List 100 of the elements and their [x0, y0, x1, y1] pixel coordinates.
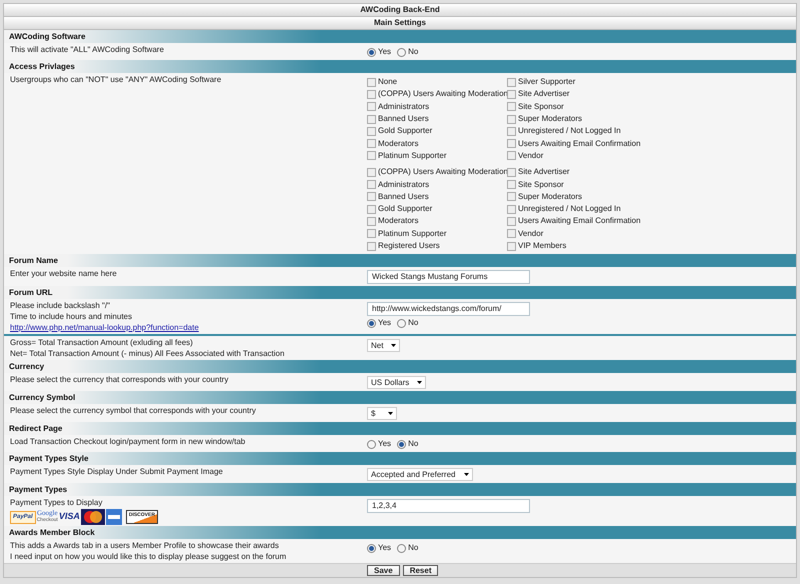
- radio-button[interactable]: [397, 544, 406, 553]
- checkbox[interactable]: [367, 126, 376, 136]
- checkbox-label: Banned Users: [378, 190, 429, 203]
- checkbox-label: Site Sponsor: [518, 178, 564, 191]
- documentation-link[interactable]: http://www.php.net/manual-lookup.php?function=date: [10, 322, 367, 334]
- checkbox-label: Gold Supporter: [378, 125, 432, 138]
- checkbox[interactable]: [367, 139, 376, 148]
- checkbox[interactable]: [507, 242, 516, 250]
- radio-label: Yes: [378, 542, 392, 554]
- checkbox[interactable]: [367, 180, 376, 190]
- dropdown-arrow-icon: [417, 381, 422, 384]
- checkbox[interactable]: [507, 102, 516, 112]
- radio-button[interactable]: [367, 48, 376, 56]
- description-text: Please include backslash "/": [10, 300, 111, 312]
- checkbox-label: Vendor: [518, 228, 544, 240]
- reset-button[interactable]: Reset: [402, 565, 438, 576]
- checkbox-label: Registered Users: [378, 240, 440, 252]
- checkbox-label: VIP Members: [518, 240, 566, 252]
- description-text: Please select the currency that corresponds with your country: [10, 374, 230, 386]
- description-text: Load Transaction Checkout login/payment form in new window/tab: [10, 436, 246, 448]
- radio-button[interactable]: [397, 48, 406, 56]
- checkbox-label: Administrators: [378, 100, 430, 113]
- checkbox-label: None: [378, 76, 398, 88]
- description-text: Gross= Total Transaction Amount (exluding all fees): [10, 337, 194, 348]
- window-title: AWCoding Back-End: [4, 4, 796, 17]
- checkbox-label: Moderators: [378, 138, 418, 150]
- checkbox[interactable]: [507, 180, 516, 190]
- dropdown-arrow-icon: [391, 344, 396, 348]
- radio-label: Yes: [378, 46, 392, 58]
- checkbox-label: Unregistered / Not Logged In: [518, 125, 621, 138]
- dropdown[interactable]: $: [367, 407, 397, 420]
- text-field[interactable]: 1,2,3,4: [367, 499, 530, 514]
- checkbox[interactable]: [367, 90, 376, 99]
- text-field[interactable]: Wicked Stangs Mustang Forums: [367, 270, 530, 284]
- checkbox[interactable]: [367, 102, 376, 112]
- radio-button[interactable]: [367, 318, 376, 328]
- checkbox-label: Site Sponsor: [518, 100, 564, 113]
- checkbox[interactable]: [367, 151, 376, 160]
- checkbox[interactable]: [507, 126, 516, 136]
- checkbox-label: Platinum Supporter: [378, 150, 446, 162]
- radio-label: No: [408, 317, 418, 330]
- dropdown-arrow-icon: [464, 473, 468, 476]
- checkbox[interactable]: [367, 168, 376, 177]
- radio-label: Yes: [378, 438, 392, 450]
- checkbox[interactable]: [367, 114, 376, 124]
- checkbox-label: Gold Supporter: [378, 203, 432, 216]
- checkbox[interactable]: [507, 139, 516, 148]
- checkbox-label: (COPPA) Users Awaiting Moderation: [378, 88, 508, 100]
- checkbox[interactable]: [507, 192, 516, 202]
- checkbox[interactable]: [507, 151, 516, 160]
- page-subtitle: Main Settings: [4, 17, 796, 30]
- description-text: This adds a Awards tab in a users Member Profile to showcase their awards: [10, 540, 280, 552]
- checkbox[interactable]: [507, 90, 516, 99]
- checkbox-label: (COPPA) Users Awaiting Moderation: [378, 166, 508, 178]
- checkbox-label: Site Advertiser: [518, 88, 570, 100]
- description-text: Time to include hours and minutes: [10, 311, 133, 322]
- checkbox-label: Super Moderators: [518, 190, 582, 203]
- checkbox[interactable]: [367, 204, 376, 214]
- mastercard-logo: [80, 509, 105, 526]
- checkbox[interactable]: [507, 204, 516, 214]
- radio-button[interactable]: [367, 544, 376, 553]
- radio-button[interactable]: [397, 318, 406, 328]
- description-text: Please select the currency symbol that corresponds with your country: [10, 405, 257, 416]
- checkbox-label: Super Moderators: [518, 113, 582, 126]
- checkbox[interactable]: [507, 78, 516, 87]
- checkbox-label: Platinum Supporter: [378, 228, 446, 240]
- description-text: This will activate "ALL" AWCoding Software: [10, 44, 165, 55]
- checkbox-label: Silver Supporter: [518, 76, 576, 88]
- visa-logo: VISA: [58, 510, 80, 524]
- checkbox-label: Unregistered / Not Logged In: [518, 203, 621, 216]
- dropdown[interactable]: US Dollars: [367, 376, 426, 390]
- radio-button[interactable]: [367, 440, 376, 449]
- checkbox-label: Vendor: [518, 150, 544, 162]
- radio-label: No: [408, 438, 418, 450]
- checkbox[interactable]: [367, 192, 376, 202]
- checkbox-label: Banned Users: [378, 113, 429, 126]
- checkbox[interactable]: [367, 216, 376, 226]
- text-field[interactable]: http://www.wickedstangs.com/forum/: [367, 302, 530, 316]
- radio-label: Yes: [378, 317, 392, 330]
- radio-label: No: [408, 46, 418, 58]
- checkbox[interactable]: [367, 242, 376, 250]
- description-text: Usergroups who can "NOT" use "ANY" AWCoding Software: [10, 74, 222, 85]
- checkbox[interactable]: [507, 168, 516, 177]
- description-text: Payment Types Style Display Under Submit Payment Image: [10, 466, 224, 478]
- checkbox[interactable]: [507, 114, 516, 124]
- checkbox-label: Users Awaiting Email Confirmation: [518, 215, 641, 228]
- checkbox[interactable]: [507, 216, 516, 226]
- checkbox-label: Site Advertiser: [518, 166, 570, 178]
- dropdown[interactable]: Accepted and Preferred: [367, 468, 472, 482]
- checkbox[interactable]: [367, 78, 376, 87]
- checkbox[interactable]: [507, 229, 516, 238]
- description-text: Payment Types to Display: [10, 497, 104, 508]
- description-text: I need input on how you would like this to display please suggest on the forum: [10, 551, 288, 562]
- save-button[interactable]: Save: [367, 565, 400, 576]
- description-text: Net= Total Transaction Amount (- minus) All Fees Associated with Transaction: [10, 348, 286, 360]
- radio-button[interactable]: [397, 440, 406, 449]
- dropdown[interactable]: Net: [367, 339, 400, 352]
- checkbox-label: Users Awaiting Email Confirmation: [518, 138, 641, 150]
- checkbox-label: Moderators: [378, 215, 418, 228]
- checkbox[interactable]: [367, 229, 376, 238]
